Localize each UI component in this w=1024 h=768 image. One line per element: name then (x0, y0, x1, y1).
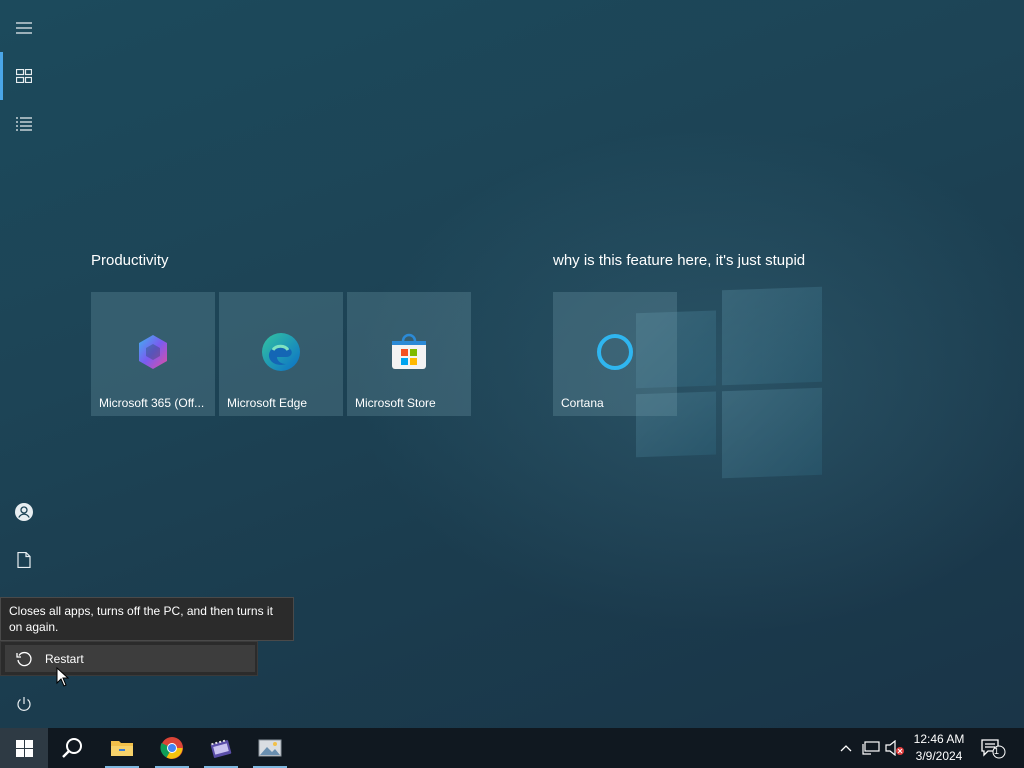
tile-microsoft-edge[interactable]: Microsoft Edge (219, 292, 343, 416)
documents-button[interactable] (0, 536, 48, 584)
network-icon (862, 741, 880, 755)
file-explorer-button[interactable] (98, 728, 146, 768)
chrome-button[interactable] (148, 728, 196, 768)
power-icon (17, 697, 31, 711)
taskbar: 12:46 AM 3/9/2024 1 (0, 728, 1024, 768)
tile-label: Microsoft Store (355, 396, 436, 410)
group-title-productivity[interactable]: Productivity (91, 252, 169, 269)
folder-icon (111, 741, 133, 756)
photos-icon (258, 739, 282, 757)
volume-muted-icon (885, 740, 904, 756)
power-button[interactable] (0, 680, 48, 728)
volume-button[interactable] (884, 728, 906, 768)
mouse-cursor-icon (56, 667, 70, 687)
list-icon (16, 117, 32, 131)
tile-label: Microsoft Edge (227, 396, 308, 410)
tile-microsoft-365[interactable]: Microsoft 365 (Off... (91, 292, 215, 416)
restart-menu-item[interactable]: Restart (5, 645, 255, 672)
restart-tooltip: Closes all apps, turns off the PC, and t… (0, 597, 294, 641)
tile-label: Microsoft 365 (Off... (99, 396, 205, 410)
film-icon (210, 739, 232, 758)
action-center-button[interactable]: 1 (978, 728, 1008, 768)
search-icon (62, 738, 82, 758)
account-button[interactable] (0, 488, 48, 536)
tile-cortana[interactable]: Cortana (553, 292, 677, 416)
show-hidden-icons-button[interactable] (836, 728, 856, 768)
chrome-icon (160, 737, 183, 759)
edge-icon (262, 333, 300, 371)
notification-icon (981, 739, 1006, 759)
start-button[interactable] (0, 728, 48, 768)
tile-label: Cortana (561, 396, 604, 410)
hamburger-icon (16, 22, 32, 34)
clock-date: 3/9/2024 (915, 749, 963, 763)
document-icon (17, 552, 31, 568)
all-apps-button[interactable] (0, 100, 48, 148)
group-title-custom[interactable]: why is this feature here, it's just stup… (553, 252, 805, 269)
tiles-icon (16, 69, 32, 83)
search-button[interactable] (48, 728, 96, 768)
video-editor-button[interactable] (197, 728, 245, 768)
tile-microsoft-store[interactable]: Microsoft Store (347, 292, 471, 416)
restart-label: Restart (45, 651, 84, 666)
network-button[interactable] (860, 728, 882, 768)
microsoft-365-icon (139, 335, 167, 369)
expand-menu-button[interactable] (0, 4, 48, 52)
windows-icon (15, 739, 33, 757)
power-menu: Restart (0, 641, 258, 676)
notification-count-badge: 1 (994, 746, 1000, 756)
user-icon (15, 503, 33, 521)
clock[interactable]: 12:46 AM 3/9/2024 (906, 731, 972, 765)
clock-time: 12:46 AM (913, 732, 965, 746)
restart-icon (16, 651, 32, 666)
pinned-tiles-button[interactable] (0, 52, 48, 100)
chevron-up-icon (840, 745, 852, 752)
cortana-icon (597, 334, 633, 370)
store-icon (392, 333, 426, 369)
image-viewer-button[interactable] (246, 728, 294, 768)
